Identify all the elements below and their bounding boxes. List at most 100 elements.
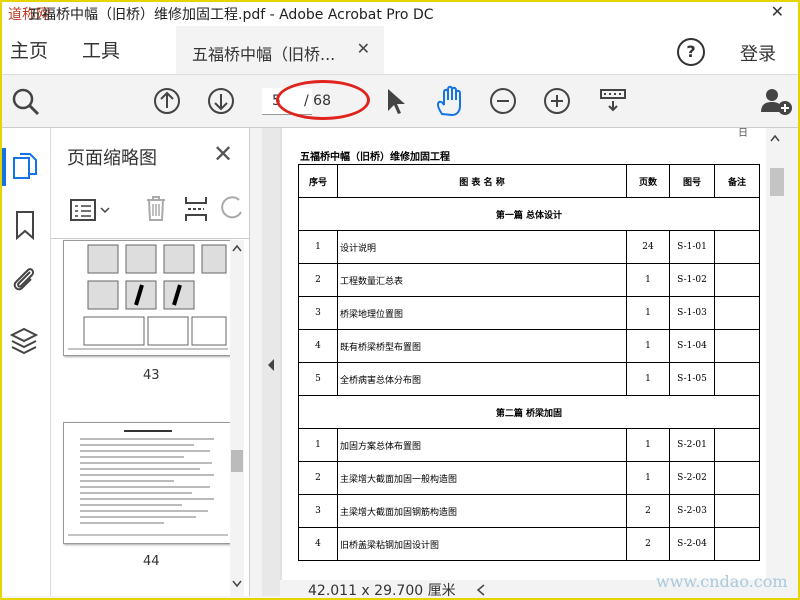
row-code: S-1-05 <box>669 362 715 396</box>
table-row: 3 桥梁地理位置图 1 S-1-03 <box>298 296 760 330</box>
collapse-panel-icon[interactable] <box>266 358 276 372</box>
document-title: 五福桥中幅（旧桥）维修加固工程 <box>300 152 450 163</box>
menu-tools[interactable]: 工具 <box>82 36 120 63</box>
row-pages: 1 <box>626 461 670 495</box>
row-note <box>714 329 760 363</box>
tab-document[interactable]: 五福桥中幅（旧桥... ✕ <box>176 26 384 74</box>
table-row: 5 全桥病害总体分布图 1 S-1-05 <box>298 362 760 396</box>
table-row: 1 设计说明 24 S-1-01 <box>298 230 760 264</box>
row-note <box>714 263 760 297</box>
drawing-index-table: 序号 图 表 名 称 页数 图号 备注 第一篇 总体设计 1 设计说明 24 S-1-0… <box>298 164 760 561</box>
thumbnail-page-44[interactable] <box>63 422 233 544</box>
thumbnail-panel: 页面缩略图 ✕ 43 44 <box>51 128 250 596</box>
row-code: S-2-02 <box>669 461 715 495</box>
thumbnail-options-icon[interactable] <box>69 196 113 224</box>
hand-tool-icon[interactable] <box>434 84 466 118</box>
insert-page-icon[interactable] <box>183 194 211 224</box>
document-view[interactable]: 五福桥中幅（旧桥）维修加固工程 序号 图 表 名 称 页数 图号 备注 第一篇 … <box>280 128 766 580</box>
panel-title: 页面缩略图 <box>67 148 157 169</box>
red-annotation-circle <box>276 80 370 120</box>
attachments-icon[interactable] <box>10 264 38 294</box>
row-code: S-1-04 <box>669 329 715 363</box>
row-name: 既有桥梁桥型布置图 <box>337 329 627 363</box>
thumbnail-43-label: 43 <box>143 368 160 383</box>
selected-indicator <box>2 148 6 186</box>
scroll-left-icon[interactable] <box>476 584 486 596</box>
rotate-page-icon[interactable] <box>221 196 247 222</box>
thumbnail-44-label: 44 <box>143 554 160 569</box>
row-number: 2 <box>298 263 338 297</box>
row-pages: 1 <box>626 329 670 363</box>
row-name: 加固方案总体布置图 <box>337 428 627 462</box>
zoom-out-icon[interactable] <box>488 86 518 116</box>
document-scroll-thumb[interactable] <box>770 168 784 196</box>
row-note <box>714 362 760 396</box>
zoom-in-icon[interactable] <box>542 86 572 116</box>
bookmarks-icon[interactable] <box>14 210 36 240</box>
scroll-down-icon[interactable] <box>232 580 242 588</box>
previous-page-icon[interactable] <box>152 86 182 116</box>
column-header: 图号 <box>669 164 715 198</box>
next-page-icon[interactable] <box>206 86 236 116</box>
delete-page-icon[interactable] <box>143 194 169 224</box>
section-title: 第二篇 桥梁加固 <box>298 395 760 429</box>
row-number: 3 <box>298 296 338 330</box>
panel-toolbar <box>51 182 249 239</box>
panel-splitter[interactable] <box>262 128 280 596</box>
doc-scroll-up-icon[interactable] <box>770 134 780 142</box>
section-title: 第一篇 总体设计 <box>298 197 760 231</box>
tab-document-label: 五福桥中幅（旧桥... <box>192 45 336 64</box>
row-number: 2 <box>298 461 338 495</box>
row-code: S-2-01 <box>669 428 715 462</box>
table-row: 2 工程数量汇总表 1 S-1-02 <box>298 263 760 297</box>
column-header: 备注 <box>714 164 760 198</box>
scroll-up-icon[interactable] <box>232 244 242 252</box>
login-button[interactable]: 登录 <box>740 40 776 66</box>
row-pages: 2 <box>626 527 670 561</box>
page-display-icon[interactable] <box>598 86 628 116</box>
tab-close-icon[interactable]: ✕ <box>357 39 370 58</box>
document-page: 五福桥中幅（旧桥）维修加固工程 序号 图 表 名 称 页数 图号 备注 第一篇 … <box>282 128 766 580</box>
panel-scroll-thumb[interactable] <box>231 450 243 472</box>
section-row: 第一篇 总体设计 <box>298 197 760 231</box>
row-name: 全桥病害总体分布图 <box>337 362 627 396</box>
title-bar: 道称网 五福桥中幅（旧桥）维修加固工程.pdf - Adobe Acrobat … <box>2 2 798 24</box>
page-edge-mark: 日 <box>738 128 748 139</box>
thumbnail-page-43[interactable] <box>63 240 233 356</box>
search-icon[interactable] <box>10 86 42 118</box>
thumbnail-43-drawing <box>68 244 228 350</box>
row-name: 工程数量汇总表 <box>337 263 627 297</box>
row-name: 旧桥盖梁粘钢加固设计图 <box>337 527 627 561</box>
menu-home[interactable]: 主页 <box>10 36 48 63</box>
column-header: 图 表 名 称 <box>337 164 627 198</box>
section-row: 第二篇 桥梁加固 <box>298 395 760 429</box>
table-row: 1 加固方案总体布置图 1 S-2-01 <box>298 428 760 462</box>
window-title: 五福桥中幅（旧桥）维修加固工程.pdf - Adobe Acrobat Pro … <box>28 7 434 23</box>
page-thumbnails-icon[interactable] <box>12 152 38 182</box>
row-name: 主梁增大截面加固一般构造图 <box>337 461 627 495</box>
table-row: 4 既有桥梁桥型布置图 1 S-1-04 <box>298 329 760 363</box>
row-name: 桥梁地理位置图 <box>337 296 627 330</box>
table-header-row: 序号 图 表 名 称 页数 图号 备注 <box>298 164 760 198</box>
row-pages: 1 <box>626 263 670 297</box>
window-close-icon[interactable]: ✕ <box>771 2 784 21</box>
row-note <box>714 428 760 462</box>
row-code: S-1-03 <box>669 296 715 330</box>
row-pages: 1 <box>626 428 670 462</box>
table-row: 4 旧桥盖梁粘钢加固设计图 2 S-2-04 <box>298 527 760 561</box>
row-note <box>714 461 760 495</box>
row-note <box>714 494 760 528</box>
row-note <box>714 296 760 330</box>
row-note <box>714 230 760 264</box>
row-code: S-2-03 <box>669 494 715 528</box>
table-row: 2 主梁增大截面加固一般构造图 1 S-2-02 <box>298 461 760 495</box>
panel-scrollbar[interactable] <box>230 240 244 596</box>
page-dimensions: 42.011 x 29.700 厘米 <box>308 583 456 599</box>
row-name: 设计说明 <box>337 230 627 264</box>
help-icon[interactable]: ? <box>677 38 705 66</box>
layers-icon[interactable] <box>10 326 38 356</box>
panel-close-icon[interactable]: ✕ <box>213 140 233 168</box>
share-user-icon[interactable] <box>760 86 794 116</box>
row-note <box>714 527 760 561</box>
select-arrow-icon[interactable] <box>384 86 408 116</box>
